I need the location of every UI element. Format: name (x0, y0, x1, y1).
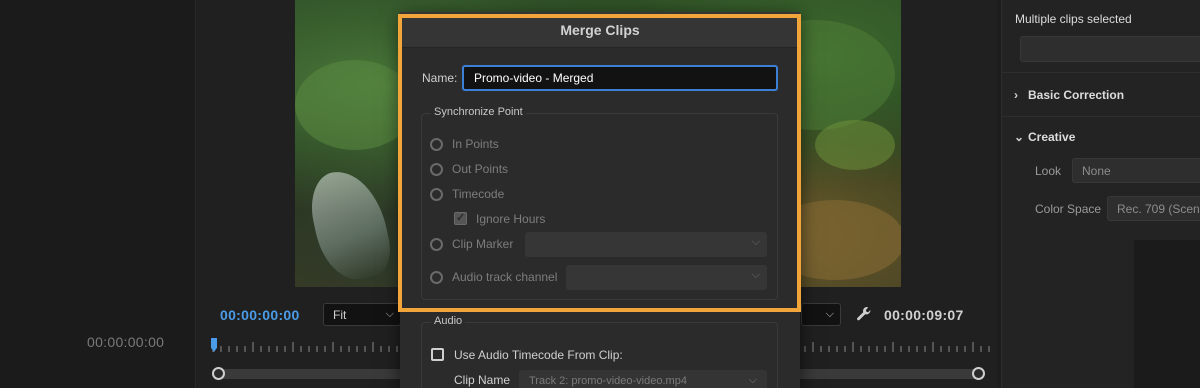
ignore-hours-label: Ignore Hours (476, 212, 546, 226)
name-label: Name: (422, 71, 458, 85)
divider (1002, 116, 1200, 117)
dialog-title: Merge Clips (560, 22, 640, 38)
merge-clips-dialog: Merge Clips Name: Synchronize Point In P… (400, 12, 800, 388)
playback-resolution-select[interactable]: ⌵ (801, 303, 841, 326)
section-basic-correction[interactable]: › Basic Correction (1014, 88, 1124, 102)
left-panel: 00:00:00:00 (0, 0, 196, 388)
look-select[interactable]: None (1072, 158, 1200, 183)
audio-legend: Audio (431, 315, 466, 327)
source-timecode: 00:00:00:00 (87, 334, 165, 350)
use-audio-timecode-checkbox[interactable] (431, 348, 444, 361)
clip-name-label: Clip Name (454, 373, 511, 387)
radio-label: Out Points (452, 162, 509, 176)
lumetri-panel: Multiple clips selected › Basic Correctio… (1001, 0, 1200, 388)
foliage-shape (295, 60, 415, 150)
look-label: Look (1035, 164, 1062, 178)
color-space-select-value: Rec. 709 (Scene) (1117, 202, 1200, 216)
zoom-select[interactable]: Fit ⌵ (323, 303, 401, 326)
section-creative[interactable]: ⌄ Creative (1014, 130, 1075, 144)
chevron-down-icon: ⌵ (825, 308, 834, 320)
synchronize-point-legend: Synchronize Point (431, 106, 526, 118)
current-timecode[interactable]: 00:00:00:00 (220, 307, 300, 323)
radio-circle (430, 163, 443, 176)
section-basic-correction-label: Basic Correction (1028, 88, 1125, 102)
duration-timecode: 00:00:09:07 (884, 307, 964, 323)
color-space-label: Color Space (1035, 202, 1102, 216)
radio-label: In Points (452, 137, 499, 151)
color-space-select[interactable]: Rec. 709 (Scene) (1107, 196, 1200, 221)
scrollbar-start-handle[interactable] (212, 367, 225, 380)
chevron-right-icon: › (1014, 88, 1018, 102)
panel-title: Multiple clips selected (1015, 12, 1132, 26)
chevron-down-icon: ⌵ (751, 236, 760, 248)
scrollbar-end-handle[interactable] (972, 367, 985, 380)
audio-track-channel-select[interactable]: ⌵ (566, 265, 767, 290)
ignore-hours-checkbox[interactable]: ✓ (454, 212, 467, 225)
wrench-icon[interactable] (856, 306, 872, 322)
zoom-select-value: Fit (333, 308, 347, 322)
use-audio-timecode-label: Use Audio Timecode From Clip: (454, 348, 623, 362)
radio-circle (430, 238, 443, 251)
radio-label: Timecode (452, 187, 505, 201)
radio-circle (430, 188, 443, 201)
clip-name-select-value: Track 2: promo-video-video.mp4 (529, 375, 687, 387)
waterfall-shape (304, 163, 396, 287)
clip-marker-select[interactable]: ⌵ (525, 232, 767, 257)
chevron-down-icon: ⌵ (748, 374, 757, 386)
chevron-down-icon: ⌄ (1014, 130, 1025, 144)
look-select-value: None (1082, 164, 1111, 178)
radio-circle (430, 271, 443, 284)
section-creative-label: Creative (1028, 130, 1076, 144)
moss-shape (815, 120, 895, 170)
divider (1002, 72, 1200, 73)
clip-selector[interactable] (1020, 36, 1200, 62)
chevron-down-icon: ⌵ (751, 269, 760, 281)
app-window: 00:00:00:00 00:00:00:00 Fit ⌵ ⌵ 00:00:09… (0, 0, 1200, 388)
clip-name-select[interactable]: Track 2: promo-video-video.mp4 ⌵ (519, 370, 767, 388)
radio-circle (430, 138, 443, 151)
radio-label: Audio track channel (452, 270, 558, 284)
dialog-header: Merge Clips (400, 12, 800, 48)
name-field[interactable] (462, 65, 778, 91)
radio-label: Clip Marker (452, 237, 514, 251)
chevron-down-icon: ⌵ (385, 308, 394, 320)
creative-preview (1134, 240, 1200, 388)
checkmark-icon: ✓ (456, 212, 466, 224)
